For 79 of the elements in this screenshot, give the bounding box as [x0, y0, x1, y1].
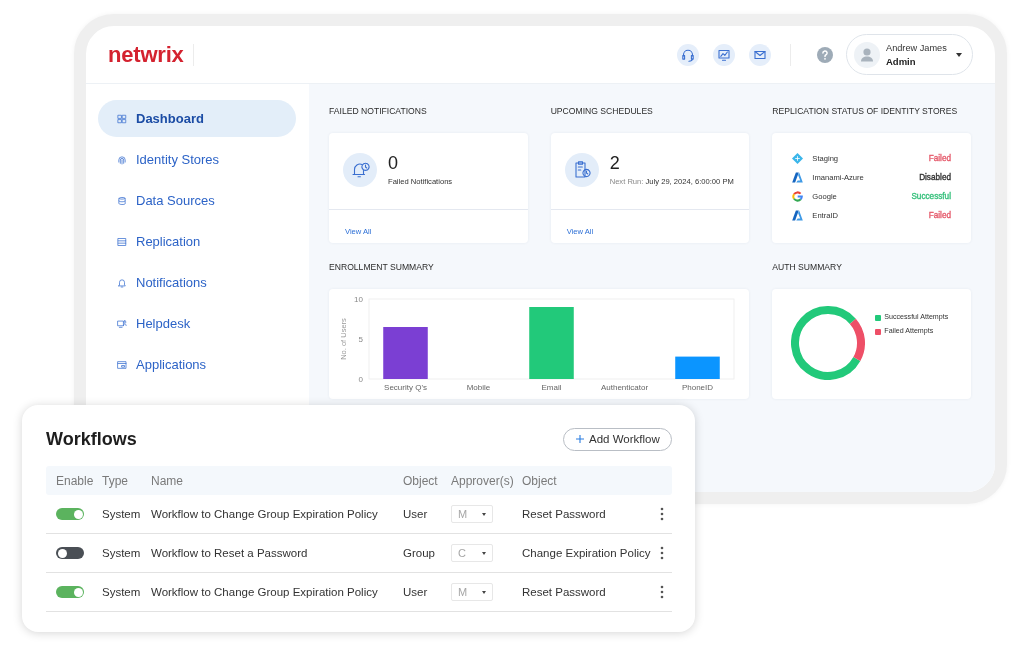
chart-monitor-icon[interactable] [713, 43, 735, 66]
envelope-icon[interactable] [749, 43, 771, 66]
add-workflow-button[interactable]: Add Workflow [563, 427, 672, 451]
column-header: Object [522, 473, 557, 488]
sidebar-item[interactable]: Applications [98, 346, 296, 383]
section-title: UPCOMING SCHEDULES [550, 105, 654, 117]
caret-icon [482, 551, 486, 555]
bar [383, 327, 428, 379]
column-header: Object [403, 473, 438, 488]
wedge-logo-icon [792, 172, 804, 183]
sidebar-item[interactable]: Replication [98, 223, 296, 260]
section-title: ENROLLMENT SUMMARY [329, 261, 435, 273]
section-title: REPLICATION STATUS OF IDENTITY STORES [772, 105, 959, 117]
toggle-switch[interactable] [56, 508, 84, 520]
section-title: FAILED NOTIFICATIONS [329, 105, 428, 117]
table-cell: Reset Password [522, 586, 606, 598]
bar [529, 307, 574, 379]
window-icon [117, 359, 127, 370]
column-header: Name [151, 473, 183, 488]
table-cell: Group [403, 547, 435, 559]
sidebar-item[interactable]: Data Sources [98, 182, 296, 219]
count-value: 0 [388, 153, 398, 172]
headset-icon[interactable] [677, 43, 699, 66]
table-cell: Reset Password [522, 508, 606, 520]
caret-icon [482, 590, 486, 594]
avatar-icon [854, 41, 880, 68]
axis-category-label: PhoneID [681, 383, 714, 392]
logo-wordmark: netwrix [108, 43, 184, 66]
caret-icon [956, 52, 962, 57]
plus-icon [576, 435, 584, 443]
database-icon [117, 195, 127, 206]
table-cell: Workflow to Change Group Expiration Policy [151, 586, 378, 598]
axis-category-label: Authenticator [600, 383, 649, 392]
table-cell: User [403, 508, 428, 520]
table-cell: Workflow to Reset a Password [151, 547, 308, 559]
store-status: Failed [928, 211, 951, 220]
table-cell: System [102, 547, 141, 559]
bar [675, 356, 720, 379]
monitor-person-icon [117, 318, 127, 329]
fingerprint-icon [117, 154, 127, 165]
axis-tick-label: 5 [358, 335, 363, 344]
caret-icon [482, 512, 486, 516]
workflows-title: Workflows [46, 428, 137, 450]
bell-clock-icon [343, 153, 377, 187]
toggle-switch[interactable] [56, 586, 84, 598]
column-header: Approver(s) [451, 473, 514, 488]
table-cell: System [102, 586, 141, 598]
section-title: AUTH SUMMARY [772, 261, 843, 273]
axis-tick-label: 0 [358, 375, 363, 384]
grid-icon [117, 113, 127, 124]
table-cell: System [102, 508, 141, 520]
column-header: Enable [56, 473, 94, 488]
axis-category-label: Mobile [466, 383, 491, 392]
diamond-logo-icon [792, 153, 804, 164]
user-menu-button[interactable]: Andrew James Admin [846, 34, 973, 75]
bell-icon [117, 277, 127, 288]
store-status: Disabled [919, 173, 951, 182]
table-cell: User [403, 586, 428, 598]
column-header: Type [102, 473, 128, 488]
axis-category-label: Email [541, 383, 562, 392]
more-icon[interactable] [660, 585, 664, 599]
sidebar-item[interactable]: Identity Stores [98, 141, 296, 178]
sidebar-item[interactable]: Notifications [98, 264, 296, 301]
wedge-logo-icon [792, 210, 804, 221]
more-icon[interactable] [660, 546, 664, 560]
store-status: Failed [928, 154, 951, 163]
sidebar-item[interactable]: Dashboard [98, 100, 296, 137]
more-icon[interactable] [660, 507, 664, 521]
toggle-switch[interactable] [56, 547, 84, 559]
table-cell: Workflow to Change Group Expiration Policy [151, 508, 378, 520]
server-icon [117, 236, 127, 247]
sidebar-item[interactable]: Helpdesk [98, 305, 296, 342]
g-logo-icon [792, 191, 804, 202]
table-cell: Change Expiration Policy [522, 547, 651, 559]
axis-category-label: Security Q's [384, 383, 427, 392]
axis-tick-label: 10 [354, 295, 363, 304]
store-status: Successful [911, 192, 951, 201]
clipboard-clock-icon [564, 153, 599, 187]
count-value: 2 [609, 153, 620, 172]
